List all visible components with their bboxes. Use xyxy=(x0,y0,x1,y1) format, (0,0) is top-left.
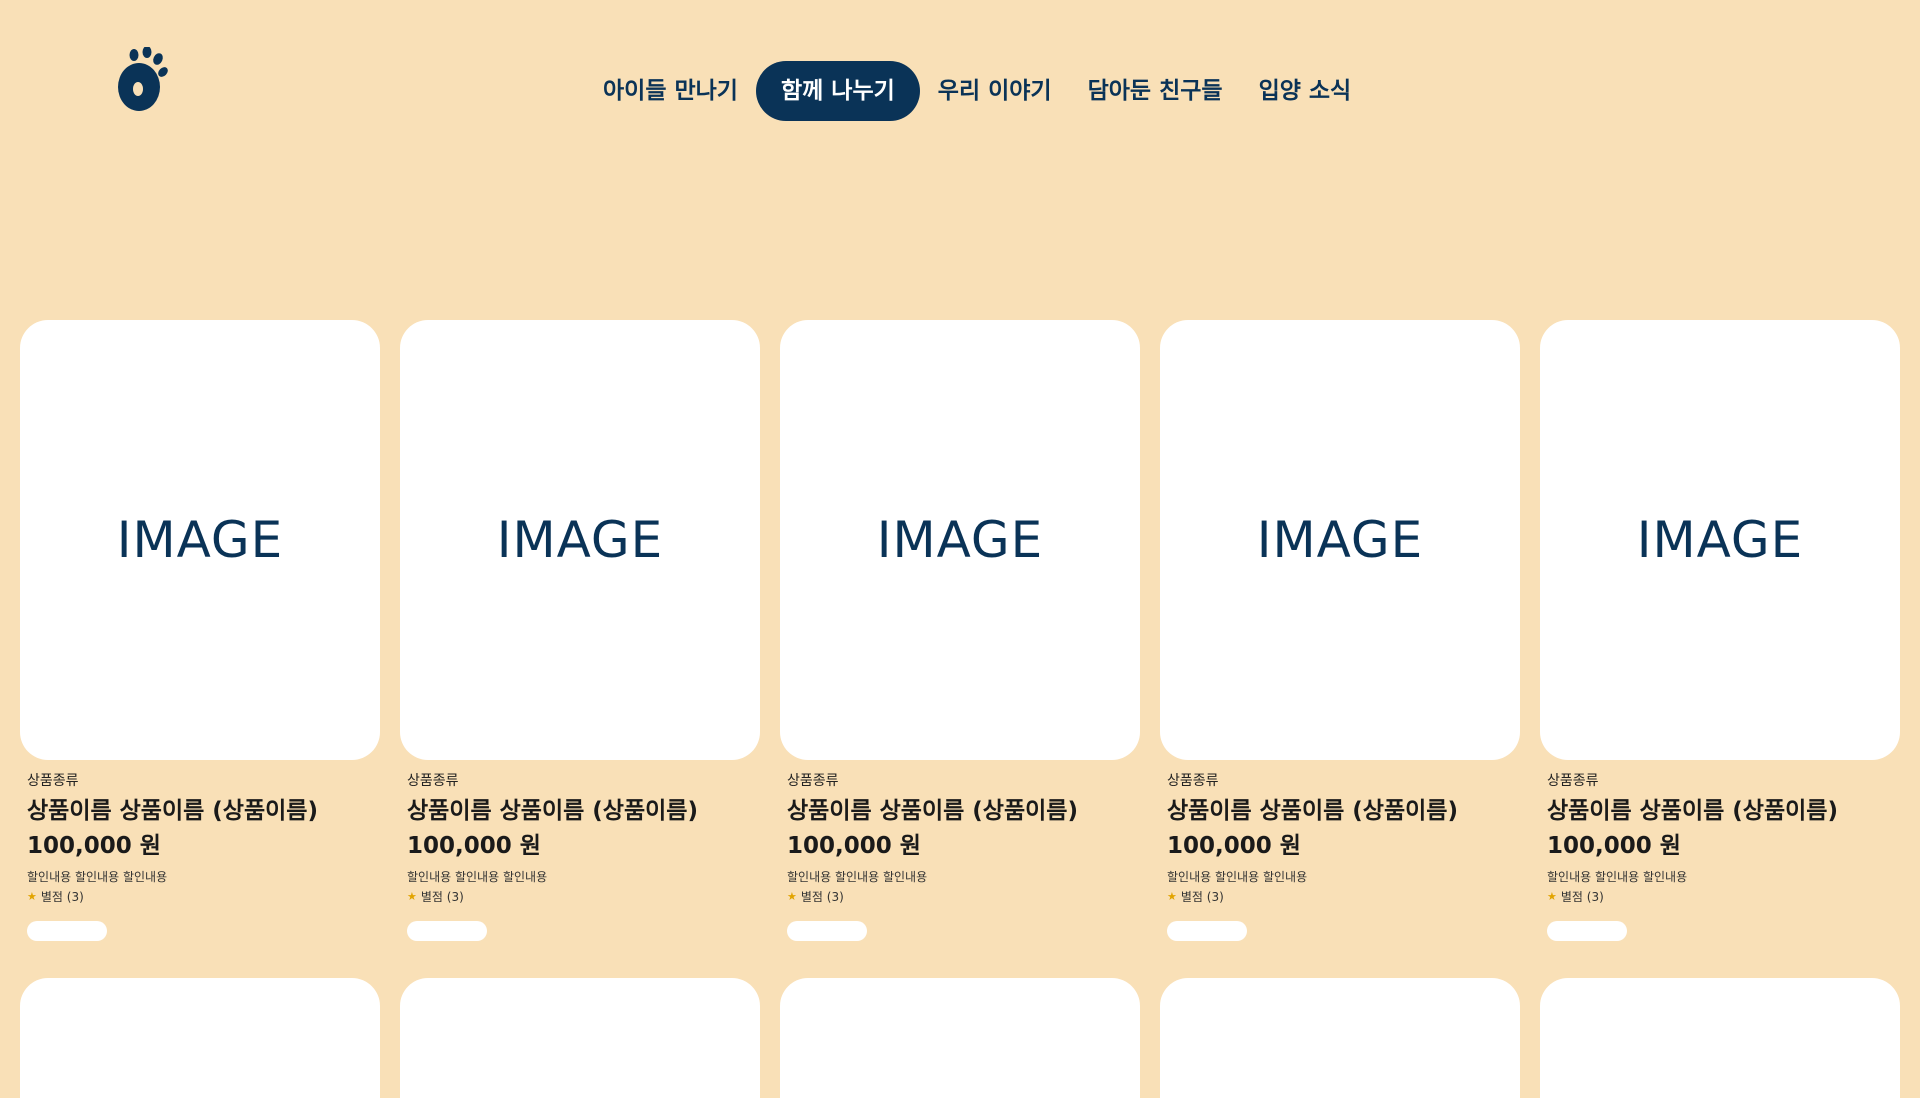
product-info: 상품종류 상품이름 상품이름 (상품이름) 100,000 원 할인내용 할인내… xyxy=(1160,772,1520,941)
rating-text: 별점 (3) xyxy=(40,890,84,904)
nav-item-saved-friends[interactable]: 담아둔 친구들 xyxy=(1070,61,1241,121)
product-discount: 할인내용 할인내용 할인내용 xyxy=(1547,870,1688,884)
product-image[interactable]: IMAGE xyxy=(20,320,380,760)
product-tag-badge xyxy=(1167,921,1247,941)
product-category: 상품종류 xyxy=(1167,773,1219,789)
product-discount: 할인내용 할인내용 할인내용 xyxy=(27,870,168,884)
nav-item-meet-kids[interactable]: 아이들 만나기 xyxy=(585,61,756,121)
product-category: 상품종류 xyxy=(407,773,459,789)
product-category: 상품종류 xyxy=(27,773,79,789)
product-info: 상품종류 상품이름 상품이름 (상품이름) 100,000 원 할인내용 할인내… xyxy=(20,772,380,941)
product-card[interactable] xyxy=(1540,978,1900,1098)
star-icon: ★ xyxy=(787,890,797,903)
product-rating: ★ 별점 (3) xyxy=(1547,889,1900,905)
product-image[interactable] xyxy=(780,978,1140,1098)
star-icon: ★ xyxy=(27,890,37,903)
product-image[interactable]: IMAGE xyxy=(780,320,1140,760)
product-image[interactable] xyxy=(20,978,380,1098)
rating-text: 별점 (3) xyxy=(1180,890,1224,904)
product-card[interactable] xyxy=(780,978,1140,1098)
product-tag-badge xyxy=(1547,921,1627,941)
product-card[interactable]: IMAGE 상품종류 상품이름 상품이름 (상품이름) 100,000 원 할인… xyxy=(400,320,760,941)
product-image[interactable]: IMAGE xyxy=(1540,320,1900,760)
product-name[interactable]: 상품이름 상품이름 (상품이름) xyxy=(787,796,1140,826)
product-rating: ★ 별점 (3) xyxy=(407,889,760,905)
star-icon: ★ xyxy=(407,890,417,903)
product-name[interactable]: 상품이름 상품이름 (상품이름) xyxy=(1167,796,1520,826)
product-discount: 할인내용 할인내용 할인내용 xyxy=(787,870,928,884)
product-card[interactable]: IMAGE 상품종류 상품이름 상품이름 (상품이름) 100,000 원 할인… xyxy=(780,320,1140,941)
star-icon: ★ xyxy=(1167,890,1177,903)
product-card[interactable] xyxy=(20,978,380,1098)
rating-text: 별점 (3) xyxy=(1560,890,1604,904)
product-name[interactable]: 상품이름 상품이름 (상품이름) xyxy=(407,796,760,826)
product-tag-badge xyxy=(407,921,487,941)
product-image[interactable] xyxy=(400,978,760,1098)
rating-text: 별점 (3) xyxy=(420,890,464,904)
nav-item-share-together[interactable]: 함께 나누기 xyxy=(755,61,920,121)
product-card[interactable] xyxy=(1160,978,1520,1098)
product-info: 상품종류 상품이름 상품이름 (상품이름) 100,000 원 할인내용 할인내… xyxy=(1540,772,1900,941)
product-card[interactable]: IMAGE 상품종류 상품이름 상품이름 (상품이름) 100,000 원 할인… xyxy=(1160,320,1520,941)
product-price: 100,000 원 xyxy=(787,833,921,859)
product-name[interactable]: 상품이름 상품이름 (상품이름) xyxy=(1547,796,1900,826)
product-image[interactable] xyxy=(1540,978,1900,1098)
product-rating: ★ 별점 (3) xyxy=(1167,889,1520,905)
nav-item-adoption-news[interactable]: 입양 소식 xyxy=(1241,61,1370,121)
product-name[interactable]: 상품이름 상품이름 (상품이름) xyxy=(27,796,380,826)
product-info: 상품종류 상품이름 상품이름 (상품이름) 100,000 원 할인내용 할인내… xyxy=(780,772,1140,941)
product-rating: ★ 별점 (3) xyxy=(787,889,1140,905)
star-icon: ★ xyxy=(1547,890,1557,903)
header: 아이들 만나기 함께 나누기 우리 이야기 담아둔 친구들 입양 소식 xyxy=(0,0,1920,160)
product-image[interactable]: IMAGE xyxy=(400,320,760,760)
product-price: 100,000 원 xyxy=(27,833,161,859)
product-rating: ★ 별점 (3) xyxy=(27,889,380,905)
nav-item-our-story[interactable]: 우리 이야기 xyxy=(920,61,1070,121)
product-image[interactable] xyxy=(1160,978,1520,1098)
product-price: 100,000 원 xyxy=(407,833,541,859)
paw-logo-icon[interactable] xyxy=(117,46,169,113)
product-tag-badge xyxy=(27,921,107,941)
product-card[interactable]: IMAGE 상품종류 상품이름 상품이름 (상품이름) 100,000 원 할인… xyxy=(1540,320,1900,941)
product-price: 100,000 원 xyxy=(1547,833,1681,859)
product-card[interactable] xyxy=(400,978,760,1098)
product-discount: 할인내용 할인내용 할인내용 xyxy=(1167,870,1308,884)
product-category: 상품종류 xyxy=(787,773,839,789)
product-card[interactable]: IMAGE 상품종류 상품이름 상품이름 (상품이름) 100,000 원 할인… xyxy=(20,320,380,941)
main-nav: 아이들 만나기 함께 나누기 우리 이야기 담아둔 친구들 입양 소식 xyxy=(585,61,1369,121)
product-price: 100,000 원 xyxy=(1167,833,1301,859)
rating-text: 별점 (3) xyxy=(800,890,844,904)
product-tag-badge xyxy=(787,921,867,941)
product-image[interactable]: IMAGE xyxy=(1160,320,1520,760)
product-discount: 할인내용 할인내용 할인내용 xyxy=(407,870,548,884)
product-info: 상품종류 상품이름 상품이름 (상품이름) 100,000 원 할인내용 할인내… xyxy=(400,772,760,941)
product-category: 상품종류 xyxy=(1547,773,1599,789)
